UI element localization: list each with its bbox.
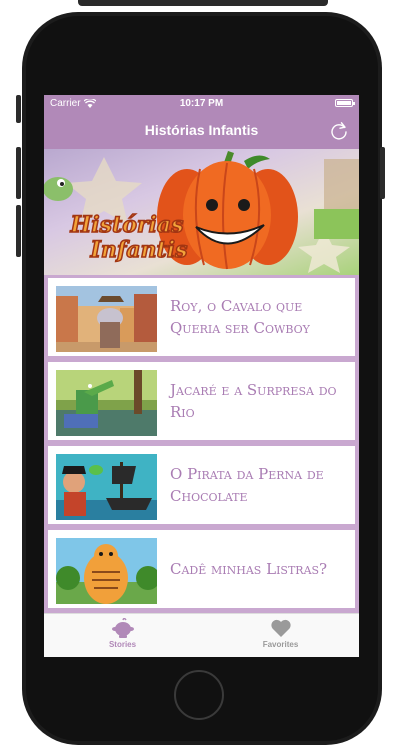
volume-up-button — [16, 147, 21, 199]
header-banner: Histórias Infantis — [44, 149, 359, 275]
tab-stories[interactable]: Stories — [44, 618, 201, 649]
story-thumbnail — [56, 370, 157, 436]
navigation-bar: Histórias Infantis — [44, 113, 359, 149]
heart-icon — [270, 619, 291, 637]
volume-down-button — [16, 205, 21, 257]
banner-illustration: Histórias Infantis — [44, 151, 359, 273]
tab-favorites[interactable]: Favorites — [202, 618, 359, 649]
tab-stories-label: Stories — [108, 640, 137, 649]
story-thumbnail — [56, 538, 157, 604]
mute-switch — [16, 95, 21, 123]
story-title: O Pirata da Perna de Chocolate — [170, 465, 324, 505]
story-thumbnail — [56, 286, 157, 352]
app-screen: Carrier 10:17 PM Histórias Infantis Hist… — [44, 95, 359, 657]
story-row[interactable]: Jacaré e a Surpresa do Rio — [47, 361, 356, 441]
clock: 10:17 PM — [179, 98, 224, 109]
story-title: Roy, o Cavalo que Queria ser Cowboy — [170, 297, 310, 337]
story-thumbnail — [56, 454, 157, 520]
refresh-icon[interactable] — [329, 121, 349, 141]
home-button[interactable] — [174, 670, 224, 720]
stories-icon — [111, 618, 134, 638]
tab-bar: Stories Favorites — [44, 613, 359, 657]
tab-favorites-label: Favorites — [262, 640, 299, 649]
story-title: Cadê minhas Listras? — [170, 560, 328, 578]
logo-line-2: Infantis — [90, 237, 188, 263]
page-title: Histórias Infantis — [144, 122, 259, 138]
story-row[interactable]: O Pirata da Perna de Chocolate — [47, 445, 356, 525]
logo-line-1: Histórias — [70, 212, 184, 238]
device-top-bar — [78, 0, 328, 6]
story-row[interactable]: Cadê minhas Listras? — [47, 529, 356, 609]
story-title: Jacaré e a Surpresa do Rio — [170, 381, 337, 421]
status-bar: Carrier 10:17 PM — [44, 95, 359, 113]
story-row[interactable]: Roy, o Cavalo que Queria ser Cowboy — [47, 277, 356, 357]
power-button — [380, 147, 385, 199]
banner-logo: Histórias Infantis — [69, 211, 188, 264]
stories-list: Roy, o Cavalo que Queria ser Cowboy Jaca… — [44, 275, 359, 613]
battery-icon — [335, 99, 355, 107]
